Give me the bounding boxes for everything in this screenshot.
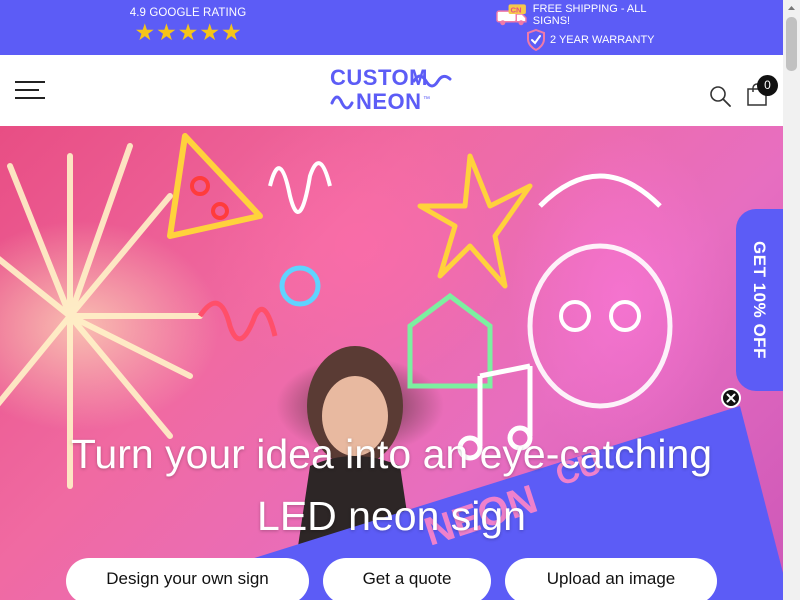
flower-neon [279,265,321,307]
promo-bar: 4.9 GOOGLE RATING ★ ★ ★ ★ ★ CN FREE SHIP… [0,0,783,55]
search-icon[interactable] [709,85,731,107]
discount-label: GET 10% OFF [750,241,769,359]
pizza-neon [167,133,263,239]
delivery-truck-icon: CN [496,4,527,26]
house-neon [407,292,493,389]
logo-wave-left [330,95,354,110]
google-rating: 4.9 GOOGLE RATING ★ ★ ★ ★ ★ [118,7,258,45]
hero-banner: NEON CU Turn your idea into an eye-catch… [0,126,783,600]
star-icon: ★ [199,19,220,45]
page-scrollbar[interactable] [783,0,800,600]
site-header: CUSTOM NEON ™ 0 [0,55,783,126]
custom-neon-logo[interactable]: CUSTOM NEON ™ [330,65,454,111]
script-neon [268,161,332,214]
discount-tab[interactable]: GET 10% OFF [736,209,783,391]
star-icon: ★ [134,19,156,45]
salina-neon [197,300,278,342]
logo-line-1: CUSTOM [330,65,428,90]
menu-line [15,81,45,83]
headline-line-2: LED neon sign [257,493,526,539]
shield-check-icon [527,29,545,51]
menu-line [15,89,39,91]
cart-count-badge: 0 [757,75,778,96]
menu-line [15,97,45,99]
get-a-quote-button[interactable]: Get a quote [323,558,491,600]
star-icon: ★ [156,19,177,45]
scroll-up-arrow-icon[interactable] [783,0,800,17]
logo-line-2: NEON [356,89,422,111]
scroll-thumb[interactable] [786,17,797,71]
shipping-text: FREE SHIPPING - ALL SIGNS! [532,3,647,27]
menu-icon[interactable] [15,81,45,101]
svg-text:CN: CN [510,6,522,15]
warranty-text: 2 YEAR WARRANTY [550,34,655,46]
star-neon [417,153,533,289]
close-icon[interactable] [721,388,741,408]
logo-trademark: ™ [423,96,430,103]
hero-headline: Turn your idea into an eye-catching LED … [0,423,783,547]
headline-line-1: Turn your idea into an eye-catching [70,431,713,477]
shipping-promo: CN FREE SHIPPING - ALL SIGNS! [496,3,681,27]
design-your-own-sign-button[interactable]: Design your own sign [66,558,309,600]
rating-stars: ★ ★ ★ ★ ★ [118,19,258,45]
skull-neon [527,243,673,409]
warranty-promo: 2 YEAR WARRANTY [526,28,681,52]
star-icon: ★ [177,19,199,45]
star-icon: ★ [220,19,242,45]
promo-info: CN FREE SHIPPING - ALL SIGNS! 2 YEAR WAR… [496,3,681,52]
upload-an-image-button[interactable]: Upload an image [505,558,717,600]
rating-text: 4.9 GOOGLE RATING [129,7,247,19]
